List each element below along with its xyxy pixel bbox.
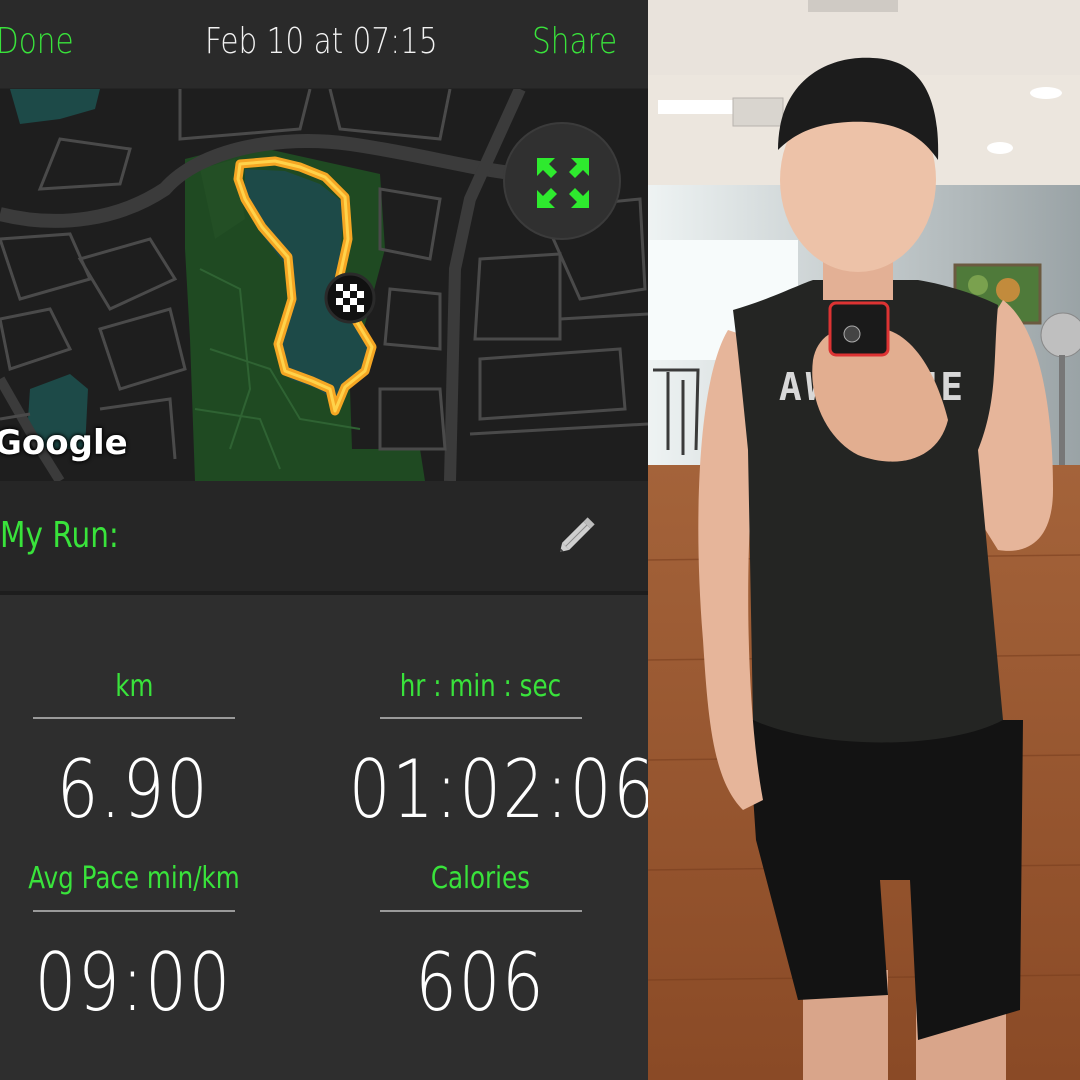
run-name-row[interactable]: My Run: bbox=[0, 481, 648, 595]
duration-label: hr : min : sec bbox=[399, 669, 561, 704]
mirror-selfie-photo: AWESOME bbox=[648, 0, 1080, 1080]
top-bar: Done Feb 10 at 07:15 Share bbox=[0, 0, 648, 89]
done-button[interactable]: Done bbox=[0, 14, 74, 70]
calories-value: 606 bbox=[414, 936, 546, 1029]
distance-label: km bbox=[114, 669, 154, 704]
expand-map-button[interactable] bbox=[503, 122, 621, 240]
distance-value: 6.90 bbox=[56, 743, 210, 836]
run-stats: km 6.90 hr : min : sec 01:02:06 Avg Pace… bbox=[0, 595, 648, 1080]
route-map[interactable]: Google bbox=[0, 89, 648, 481]
expand-arrows-icon bbox=[537, 158, 589, 208]
share-button[interactable]: Share bbox=[532, 14, 617, 70]
avg-pace-label: Avg Pace min/km bbox=[28, 861, 240, 896]
run-date-title: Feb 10 at 07:15 bbox=[205, 21, 438, 62]
avg-pace-value: 09:00 bbox=[34, 936, 232, 1029]
divider bbox=[33, 717, 235, 719]
run-summary-app: Done Feb 10 at 07:15 Share Google My Run… bbox=[0, 0, 648, 1080]
duration-value: 01:02:06 bbox=[348, 743, 648, 836]
divider bbox=[33, 910, 235, 912]
run-name-label: My Run: bbox=[0, 515, 119, 556]
google-attribution: Google bbox=[0, 423, 128, 463]
checkered-flag-icon[interactable] bbox=[324, 272, 376, 324]
calories-label: Calories bbox=[430, 861, 530, 896]
pencil-icon[interactable] bbox=[553, 511, 601, 559]
divider bbox=[380, 717, 582, 719]
divider bbox=[380, 910, 582, 912]
selfie-illustration: AWESOME bbox=[648, 0, 1080, 1080]
